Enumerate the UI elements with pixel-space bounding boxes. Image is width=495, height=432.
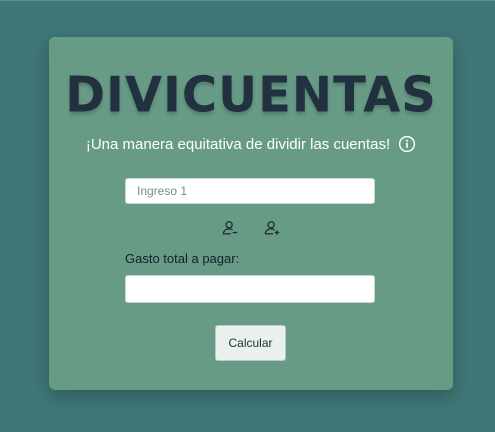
subtitle-text: ¡Una manera equitativa de dividir las cu…	[85, 135, 391, 153]
subtitle-row: ¡Una manera equitativa de dividir las cu…	[49, 133, 453, 155]
main-card: DIVICUENTAS ¡Una manera equitativa de di…	[49, 37, 453, 390]
gasto-total-input[interactable]	[125, 275, 375, 303]
app-title: DIVICUENTAS	[65, 66, 437, 124]
gasto-total-label: Gasto total a pagar:	[125, 251, 240, 266]
top-divider	[0, 0, 495, 1]
person-add-icon[interactable]	[263, 219, 281, 237]
calcular-button[interactable]: Calcular	[215, 325, 286, 361]
ingreso-input[interactable]	[125, 178, 375, 204]
info-icon[interactable]	[398, 135, 416, 153]
person-remove-icon[interactable]	[221, 219, 239, 237]
